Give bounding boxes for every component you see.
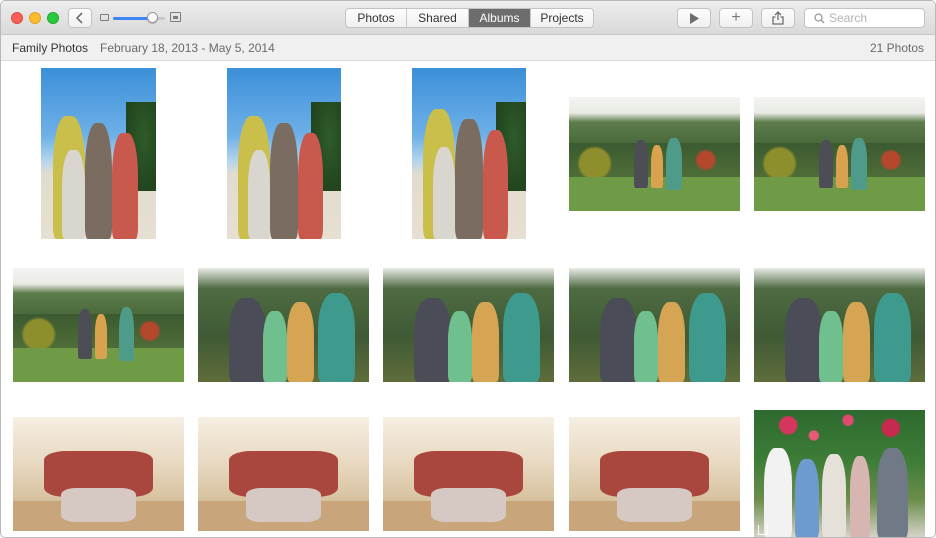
search-field[interactable]: Search (804, 8, 925, 28)
photo-thumbnail[interactable] (569, 268, 740, 382)
tab-photos[interactable]: Photos (346, 9, 407, 27)
share-button[interactable] (761, 8, 795, 28)
back-button[interactable] (68, 8, 92, 28)
slideshow-button[interactable] (677, 8, 711, 28)
photo-thumbnail[interactable] (754, 410, 925, 537)
add-button[interactable]: + (719, 8, 753, 28)
tab-projects[interactable]: Projects (531, 9, 593, 27)
photo-thumbnail[interactable] (569, 97, 740, 211)
share-icon (772, 11, 784, 25)
tab-albums[interactable]: Albums (469, 9, 531, 27)
photo-thumbnail[interactable] (198, 417, 369, 531)
close-window-button[interactable] (11, 12, 23, 24)
back-chevron-icon (75, 12, 83, 24)
photo-thumbnail[interactable] (412, 68, 526, 239)
photo-thumbnail[interactable] (383, 268, 554, 382)
plus-icon: + (731, 9, 741, 26)
photo-thumbnail[interactable] (569, 417, 740, 531)
photo-thumbnail[interactable] (754, 97, 925, 211)
minimize-window-button[interactable] (29, 12, 41, 24)
photo-thumbnail[interactable] (754, 268, 925, 382)
photo-thumbnail[interactable] (13, 268, 184, 382)
play-icon (690, 12, 699, 24)
tab-shared[interactable]: Shared (407, 9, 469, 27)
photo-count: 21 Photos (869, 41, 924, 55)
album-header: Family Photos February 18, 2013 - May 5,… (1, 35, 935, 61)
search-placeholder: Search (829, 11, 868, 25)
small-thumbnail-icon (100, 14, 109, 21)
photo-thumbnail[interactable] (13, 417, 184, 531)
search-icon (814, 13, 825, 24)
zoom-window-button[interactable] (47, 12, 59, 24)
photo-thumbnail[interactable] (41, 68, 156, 239)
large-thumbnail-icon (170, 12, 181, 22)
shared-indicator-icon (758, 525, 768, 535)
photo-thumbnail[interactable] (198, 268, 369, 382)
slider-knob[interactable] (147, 12, 158, 23)
toolbar: Photos Shared Albums Projects + Search (1, 1, 935, 35)
view-segmented-control: Photos Shared Albums Projects (345, 8, 594, 28)
album-title: Family Photos (12, 41, 89, 55)
photos-window: Photos Shared Albums Projects + Search F… (0, 0, 936, 538)
album-date-range: February 18, 2013 - May 5, 2014 (100, 41, 275, 55)
photo-thumbnail[interactable] (383, 417, 554, 531)
photo-thumbnail[interactable] (227, 68, 341, 239)
